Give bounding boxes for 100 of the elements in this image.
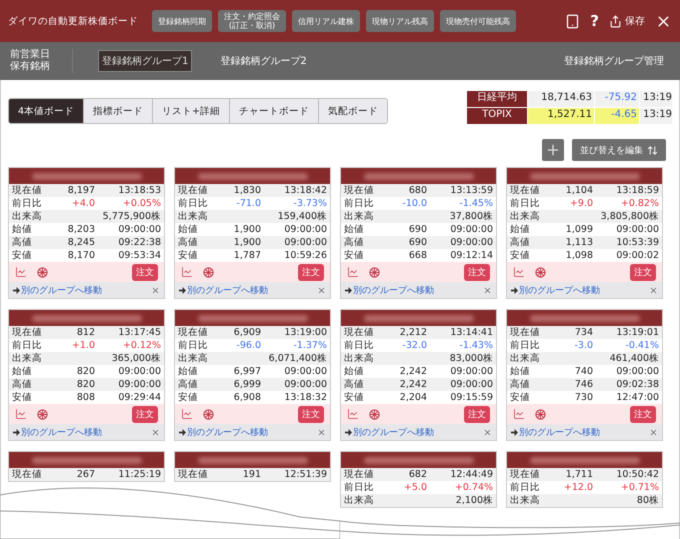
header-button[interactable]: 現物売付可能残高 (440, 10, 516, 32)
close-icon[interactable] (649, 428, 658, 436)
order-button[interactable]: 注文 (298, 406, 324, 422)
sort-edit-button[interactable]: 並び替えを編集 (572, 139, 666, 161)
row-label: 始値 (344, 365, 365, 378)
row-value: 1,104 (564, 184, 593, 197)
chart-icon[interactable] (347, 408, 359, 420)
close-icon[interactable] (317, 286, 326, 294)
row-value: 09:00:00 (117, 378, 161, 391)
row-value: 3,805,800株 (600, 210, 659, 223)
header-button[interactable]: 登録銘柄同期 (152, 10, 212, 32)
move-group-link[interactable]: 別のグループへ移動 (511, 426, 600, 438)
row-value: 2,242 (398, 378, 427, 391)
header-button[interactable]: 注文・約定照会 (訂正・取消) (218, 10, 286, 32)
row-value: 808 (76, 391, 95, 404)
group-tab[interactable]: 登録銘柄グループ1 (98, 50, 192, 72)
chart-icon[interactable] (181, 266, 193, 278)
row-value: 1,711 (564, 468, 593, 481)
row-value: 09:53:34 (117, 249, 161, 262)
row-value: -3.0 (573, 339, 593, 352)
close-icon[interactable] (317, 428, 326, 436)
header-button[interactable]: 現物リアル残高 (366, 10, 434, 32)
row-value: 690 (408, 223, 427, 236)
wheel-icon[interactable] (369, 266, 380, 278)
row-value: -1.37% (292, 339, 327, 352)
row-value: 12:44:49 (449, 468, 493, 481)
row-label: 高値 (344, 378, 365, 391)
wheel-icon[interactable] (535, 266, 546, 278)
row-value: 13:14:41 (449, 326, 493, 339)
board-tab[interactable]: 指標ボード (83, 99, 152, 123)
board-tab[interactable]: チャートボード (229, 99, 318, 123)
row-label: 前日比 (344, 197, 375, 210)
chart-icon[interactable] (15, 266, 27, 278)
row-label: 安値 (344, 391, 365, 404)
wheel-icon[interactable] (369, 408, 380, 420)
wheel-icon[interactable] (37, 408, 48, 420)
arrow-icon (179, 286, 186, 294)
order-button[interactable]: 注文 (630, 406, 656, 422)
move-group-link[interactable]: 別のグループへ移動 (511, 284, 600, 296)
save-button[interactable]: 保存 (609, 14, 645, 28)
tablet-icon[interactable] (565, 14, 580, 28)
row-label: 現在値 (178, 184, 209, 197)
order-button[interactable]: 注文 (464, 264, 490, 280)
board-tab[interactable]: リスト+詳細 (152, 99, 230, 123)
row-label: 始値 (178, 365, 199, 378)
row-value: 09:00:00 (615, 223, 659, 236)
chart-icon[interactable] (15, 408, 27, 420)
row-label: 高値 (178, 378, 199, 391)
row-value: +12.0 (562, 481, 593, 494)
row-value: 13:19:01 (615, 326, 659, 339)
arrow-icon (345, 428, 352, 436)
help-icon[interactable]: ? (590, 12, 599, 30)
row-value: 2,100株 (454, 494, 493, 507)
move-group-link[interactable]: 別のグループへ移動 (179, 426, 268, 438)
row-label: 高値 (12, 236, 33, 249)
board-tab[interactable]: 4本値ボード (9, 99, 84, 123)
order-button[interactable]: 注文 (132, 406, 158, 422)
close-icon[interactable] (151, 286, 160, 294)
row-value: 11:25:19 (117, 468, 161, 481)
order-button[interactable]: 注文 (464, 406, 490, 422)
move-group-link[interactable]: 別のグループへ移動 (13, 284, 102, 296)
row-value: 191 (242, 468, 261, 481)
order-button[interactable]: 注文 (630, 264, 656, 280)
row-value: 159,400株 (276, 210, 327, 223)
wheel-icon[interactable] (203, 266, 214, 278)
row-value: 2,242 (398, 365, 427, 378)
row-value: 10:53:39 (615, 236, 659, 249)
close-icon[interactable] (483, 286, 492, 294)
chart-icon[interactable] (513, 266, 525, 278)
move-group-link[interactable]: 別のグループへ移動 (13, 426, 102, 438)
close-icon[interactable] (483, 428, 492, 436)
chart-icon[interactable] (513, 408, 525, 420)
row-value: 10:59:26 (283, 249, 327, 262)
wheel-icon[interactable] (37, 266, 48, 278)
order-button[interactable]: 注文 (132, 264, 158, 280)
holdings-label[interactable]: 前営業日 (10, 49, 50, 61)
row-label: 出来高 (510, 352, 541, 365)
wheel-icon[interactable] (203, 408, 214, 420)
row-value: 12:51:39 (283, 468, 327, 481)
move-group-link[interactable]: 別のグループへ移動 (345, 284, 434, 296)
row-label: 前日比 (178, 197, 209, 210)
chart-icon[interactable] (347, 266, 359, 278)
row-value: 730 (574, 391, 593, 404)
chart-icon[interactable] (181, 408, 193, 420)
header-button[interactable]: 信用リアル建株 (292, 10, 360, 32)
move-group-link[interactable]: 別のグループへ移動 (179, 284, 268, 296)
move-group-link[interactable]: 別のグループへ移動 (345, 426, 434, 438)
board-tab[interactable]: 気配ボード (318, 99, 388, 123)
row-value: 1,098 (564, 249, 593, 262)
order-button[interactable]: 注文 (298, 264, 324, 280)
row-label: 高値 (510, 236, 531, 249)
manage-groups-link[interactable]: 登録銘柄グループ管理 (558, 53, 670, 69)
group-tab[interactable]: 登録銘柄グループ2 (216, 50, 311, 72)
add-button[interactable] (542, 139, 564, 161)
row-label: 高値 (12, 378, 33, 391)
row-label: 安値 (510, 249, 531, 262)
close-icon[interactable] (151, 428, 160, 436)
holdings-label[interactable]: 保有銘柄 (10, 61, 50, 73)
wheel-icon[interactable] (535, 408, 546, 420)
close-icon[interactable] (649, 286, 658, 294)
